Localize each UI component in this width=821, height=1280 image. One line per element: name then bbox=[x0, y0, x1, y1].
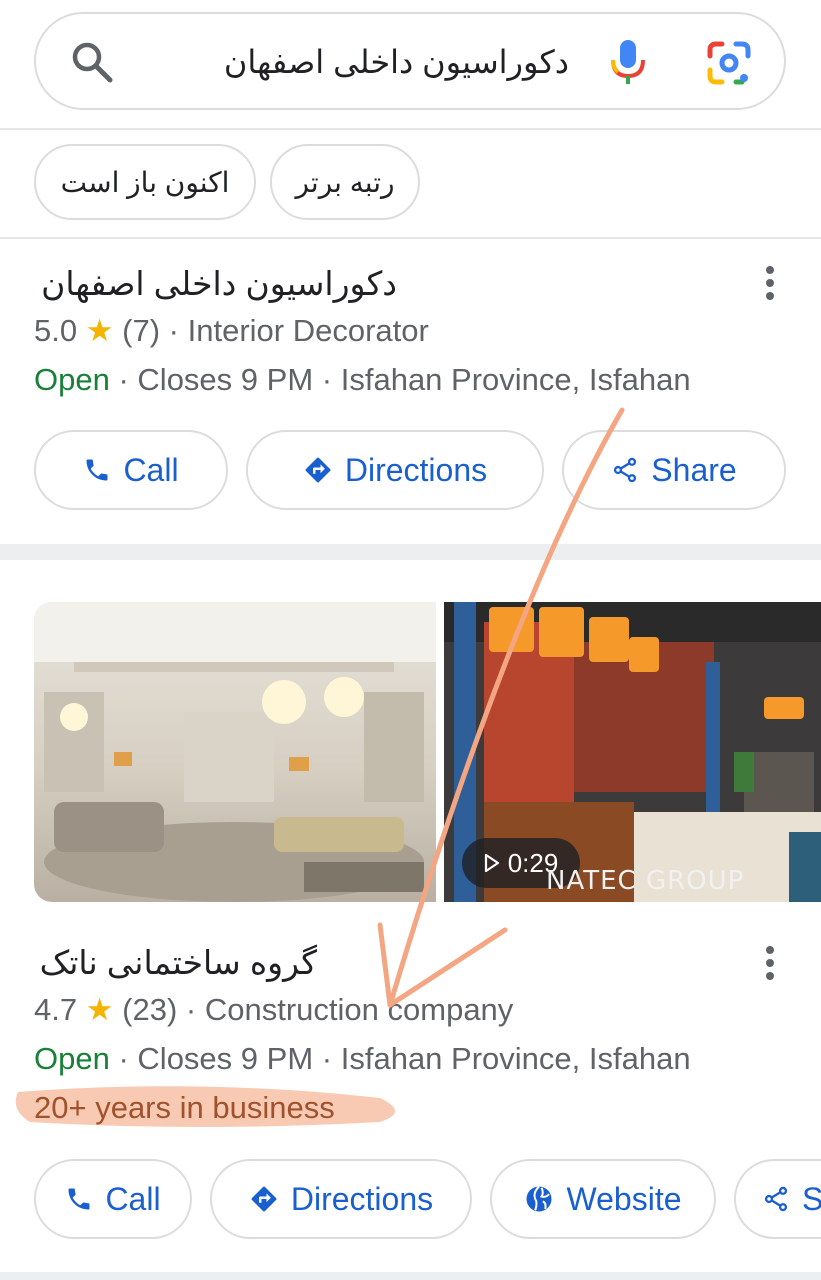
search-input[interactable]: دکوراسیون داخلی اصفهان bbox=[224, 42, 569, 82]
call-button[interactable]: Call bbox=[34, 1159, 192, 1239]
separator: · bbox=[185, 992, 197, 1027]
review-count[interactable]: (23) bbox=[122, 992, 177, 1027]
directions-label: Directions bbox=[290, 1180, 434, 1217]
chip-top-rated[interactable]: رتبه برتر bbox=[270, 144, 420, 220]
rating-value: 5.0 bbox=[34, 313, 78, 348]
review-count[interactable]: (7) bbox=[122, 313, 160, 348]
phone-icon bbox=[68, 1188, 90, 1210]
globe-icon bbox=[526, 1185, 552, 1212]
call-button[interactable]: Call bbox=[34, 430, 228, 510]
search-icon[interactable] bbox=[70, 40, 114, 84]
rating-line: 5.0 ★ (7) · Interior Decorator bbox=[34, 311, 429, 351]
share-icon bbox=[764, 1186, 788, 1212]
call-label: Call bbox=[105, 1180, 161, 1217]
arrow-annotation bbox=[377, 407, 625, 1008]
share-label: S bbox=[802, 1180, 821, 1217]
category: Interior Decorator bbox=[187, 313, 429, 348]
call-label: Call bbox=[123, 451, 179, 488]
google-lens-icon[interactable] bbox=[706, 40, 752, 86]
directions-button[interactable]: Directions bbox=[210, 1159, 472, 1239]
phone-icon bbox=[86, 459, 108, 481]
section-divider bbox=[0, 1272, 821, 1280]
share-button[interactable]: S bbox=[734, 1159, 821, 1239]
divider bbox=[0, 128, 821, 130]
more-vert-icon[interactable] bbox=[764, 944, 776, 984]
result-title[interactable]: دکوراسیون داخلی اصفهان bbox=[41, 264, 397, 304]
website-label: Website bbox=[566, 1180, 682, 1217]
separator: · bbox=[321, 362, 333, 397]
directions-icon bbox=[251, 1186, 277, 1212]
microphone-icon[interactable] bbox=[608, 38, 648, 86]
more-vert-icon[interactable] bbox=[764, 264, 776, 304]
directions-icon bbox=[305, 457, 331, 483]
star-icon: ★ bbox=[85, 313, 114, 348]
star-icon: ★ bbox=[85, 992, 114, 1027]
location: Isfahan Province, Isfahan bbox=[340, 362, 691, 397]
divider bbox=[0, 237, 821, 239]
years-in-business: 20+ years in business bbox=[34, 1090, 335, 1125]
rating-value: 4.7 bbox=[34, 992, 78, 1027]
separator: · bbox=[118, 362, 129, 397]
hours-line: Open · Closes 9 PM · Isfahan Province, I… bbox=[34, 360, 691, 400]
result-title[interactable]: گروه ساختمانی ناتک bbox=[40, 943, 317, 983]
closing-time: Closes 9 PM bbox=[137, 362, 314, 397]
open-status: Open bbox=[34, 362, 110, 397]
website-button[interactable]: Website bbox=[490, 1159, 716, 1239]
chip-open-now[interactable]: اکنون باز است bbox=[34, 144, 256, 220]
share-label: Share bbox=[651, 451, 737, 488]
separator: · bbox=[168, 313, 179, 348]
